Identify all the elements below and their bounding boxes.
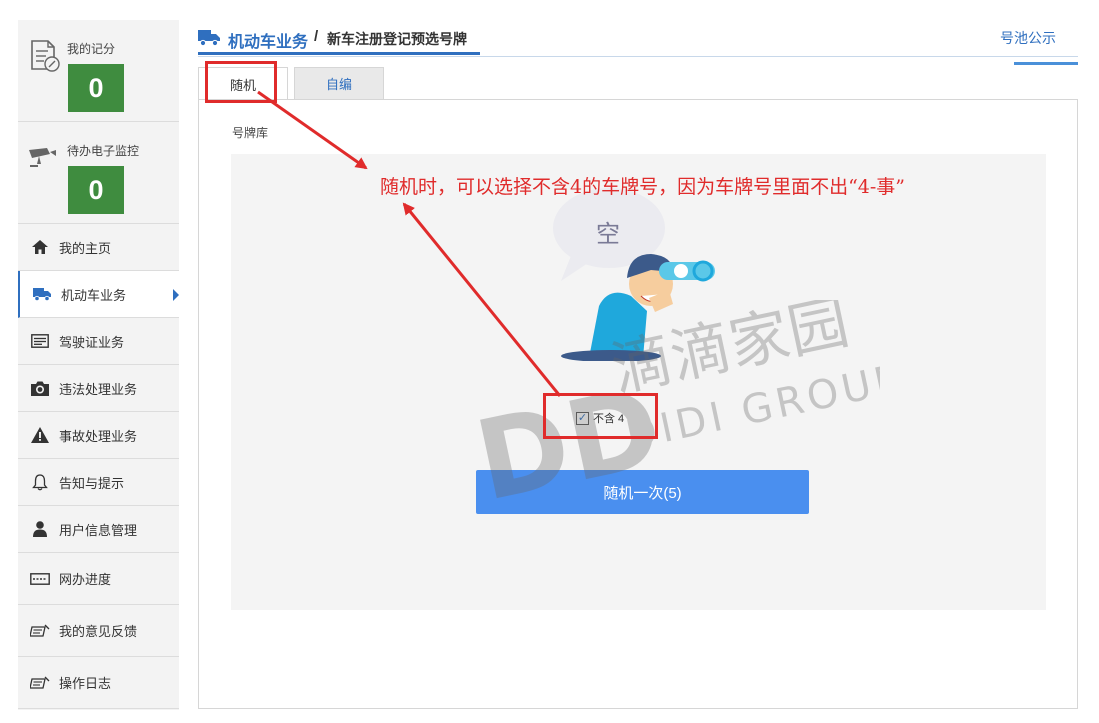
sidebar-item-label: 告知与提示 <box>59 475 125 491</box>
truck-icon <box>198 30 220 46</box>
pending-monitor-label: 待办电子监控 <box>67 144 140 158</box>
random-once-button[interactable]: 随机一次(5) <box>476 470 809 514</box>
breadcrumb-underline <box>198 52 480 55</box>
page-title: 新车注册登记预选号牌 <box>327 31 467 47</box>
breadcrumb-section[interactable]: 机动车业务 <box>228 28 308 52</box>
user-icon <box>30 521 50 537</box>
pool-link-underline <box>1014 62 1078 65</box>
sidebar-item-label: 用户信息管理 <box>59 522 138 538</box>
active-arrow-icon <box>173 289 179 301</box>
sidebar-item-notice[interactable]: 告知与提示 <box>18 459 179 506</box>
my-score-label: 我的记分 <box>67 42 116 56</box>
bell-icon <box>30 473 50 490</box>
sidebar-item-label: 机动车业务 <box>61 287 127 303</box>
sidebar-item-label: 事故处理业务 <box>59 428 138 444</box>
empty-text: 空 <box>596 220 620 248</box>
truck-icon <box>32 286 52 302</box>
pending-monitor-card[interactable]: 待办电子监控 0 <box>18 122 179 224</box>
empty-state-illustration: 空 <box>553 188 715 361</box>
plate-pool-label: 号牌库 <box>232 126 269 140</box>
exclude-four-label: 不含 4 <box>593 413 625 425</box>
sidebar-item-accident[interactable]: 事故处理业务 <box>18 412 179 459</box>
sidebar-item-log[interactable]: 操作日志 <box>18 657 179 709</box>
document-edit-icon <box>31 40 60 72</box>
plate-pool-area: 空 ✓ 不含 4 随机一次(5) <box>231 154 1046 610</box>
sidebar-item-feedback[interactable]: 我的意见反馈 <box>18 605 179 657</box>
sidebar-item-label: 网办进度 <box>59 572 112 587</box>
pending-monitor-value: 0 <box>68 166 124 214</box>
sidebar-item-user-info[interactable]: 用户信息管理 <box>18 506 179 553</box>
tab-custom[interactable]: 自编 <box>294 67 384 99</box>
sidebar: 我的记分 0 待办电子监控 0 我的主页 机动车业务 驾驶证业务 违法处理业务 … <box>18 20 179 710</box>
sidebar-item-label: 驾驶证业务 <box>59 334 125 350</box>
checkbox-checked-icon[interactable]: ✓ <box>576 411 589 425</box>
pool-announcement-link[interactable]: 号池公示 <box>1000 28 1056 48</box>
page-header: 机动车业务 / 新车注册登记预选号牌 号池公示 <box>198 20 1078 65</box>
sidebar-item-label: 操作日志 <box>59 676 112 691</box>
license-card-icon <box>30 333 50 349</box>
feedback-icon <box>30 623 50 639</box>
sidebar-item-label: 我的意见反馈 <box>59 624 138 639</box>
log-icon <box>30 675 50 691</box>
sidebar-item-vehicle[interactable]: 机动车业务 <box>18 271 179 318</box>
sidebar-item-label: 违法处理业务 <box>59 381 138 397</box>
camera-icon <box>30 380 50 396</box>
sidebar-item-home[interactable]: 我的主页 <box>18 224 179 271</box>
sidebar-item-label: 我的主页 <box>59 240 112 256</box>
sidebar-item-license[interactable]: 驾驶证业务 <box>18 318 179 365</box>
sidebar-item-progress[interactable]: 网办进度 <box>18 553 179 605</box>
warning-icon <box>30 427 50 443</box>
sidebar-item-violation[interactable]: 违法处理业务 <box>18 365 179 412</box>
tab-random[interactable]: 随机 <box>198 67 288 100</box>
progress-icon <box>30 571 50 587</box>
my-score-value: 0 <box>68 64 124 112</box>
surveillance-camera-icon <box>29 148 56 167</box>
breadcrumb-separator: / <box>314 28 319 45</box>
plate-selection-panel: 号牌库 空 ✓ 不含 4 随机一次(5) <box>198 99 1078 709</box>
home-icon <box>30 239 50 255</box>
exclude-four-checkbox[interactable]: ✓ 不含 4 <box>576 410 624 426</box>
my-score-card[interactable]: 我的记分 0 <box>18 20 179 122</box>
